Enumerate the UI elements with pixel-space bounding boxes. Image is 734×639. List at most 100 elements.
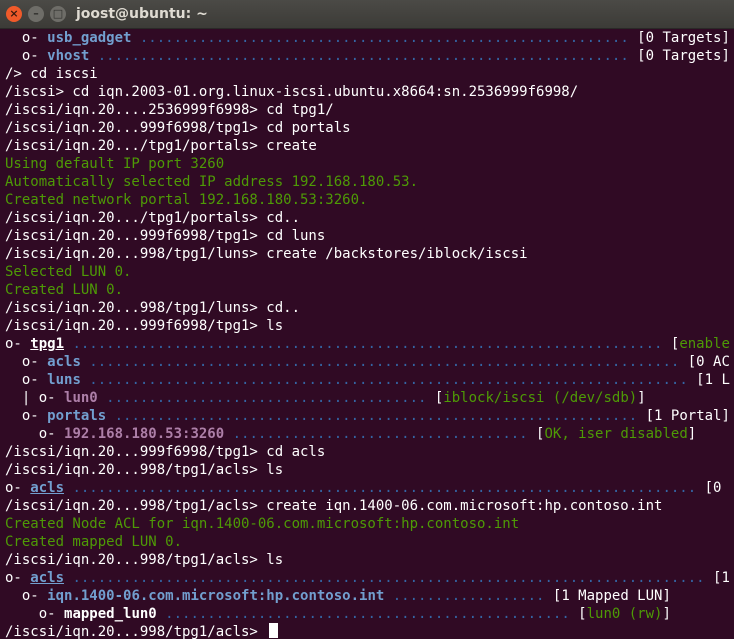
tree-mapped-lun0: o- mapped_lun0 .........................… <box>5 605 734 623</box>
line-segment: | o- <box>5 390 65 406</box>
line-segment: iqn.1400-06.com.microsoft:hp.contoso.int <box>47 588 385 604</box>
minimize-button[interactable]: – <box>28 6 44 22</box>
line-segment: [ <box>527 426 545 442</box>
line-segment: o- <box>5 30 48 46</box>
tree-acls-root: o- acls ................................… <box>5 569 734 587</box>
line-segment: ........................................… <box>131 30 629 46</box>
line-segment: /iscsi/iqn.20...998/tpg1/acls> create iq… <box>5 498 663 514</box>
line-segment: Created LUN 0. <box>5 282 124 298</box>
cmd-line: /iscsi/iqn.20.../tpg1/portals> cd.. <box>5 209 734 227</box>
line-segment: acls <box>47 354 81 370</box>
cmd-line: /> cd iscsi <box>5 65 734 83</box>
scrollbar[interactable] <box>730 29 734 639</box>
line-segment: o- <box>5 606 65 622</box>
line-segment: ] <box>687 426 697 442</box>
terminal-window: × – □ joost@ubuntu: ~ o- usb_gadget ....… <box>0 0 734 639</box>
text-cursor <box>269 623 279 638</box>
line-segment: o- <box>5 354 48 370</box>
terminal-output[interactable]: o- usb_gadget ..........................… <box>5 29 734 639</box>
line-segment: [1 Portal] <box>637 408 730 424</box>
line-segment: 192.168.180.53:3260 <box>64 426 225 442</box>
tree-portals: o- portals .............................… <box>5 407 734 425</box>
window-title: joost@ubuntu: ~ <box>76 6 208 22</box>
line-segment: [1 LUN] <box>696 372 734 388</box>
tree-acls: o- acls ................................… <box>5 353 734 371</box>
line-segment: ........................................… <box>89 48 629 64</box>
line-segment: portals <box>47 408 107 424</box>
line-segment: usb_gadget <box>47 30 132 46</box>
output-line: Created LUN 0. <box>5 281 734 299</box>
shell-prompt: /iscsi/iqn.20...998/tpg1/acls> <box>5 624 267 639</box>
line-segment: ...................................... <box>97 390 427 406</box>
line-segment: ........................................… <box>80 372 688 388</box>
line-segment: ........................................… <box>156 606 570 622</box>
tree-tpg1: o- tpg1 ................................… <box>5 335 734 353</box>
title-bar: × – □ joost@ubuntu: ~ <box>0 0 734 29</box>
line-segment: vhost <box>47 48 90 64</box>
tree-luns: o- luns ................................… <box>5 371 734 389</box>
line-segment: /iscsi> cd iqn.2003-01.org.linux-iscsi.u… <box>5 84 579 100</box>
line-segment: /iscsi/iqn.20...999f6998/tpg1> ls <box>5 318 284 334</box>
line-segment: iblock/iscsi (/dev/sdb) <box>443 390 638 406</box>
line-segment: /iscsi/iqn.20....2536999f6998> cd tpg1/ <box>5 102 334 118</box>
line-segment: ] <box>662 606 671 622</box>
line-segment: Using default IP port 3260 <box>5 156 225 172</box>
output-line: Selected LUN 0. <box>5 263 734 281</box>
line-segment: ........................................… <box>80 354 680 370</box>
output-line: Created network portal 192.168.180.53:32… <box>5 191 734 209</box>
line-segment: [0 ACLs] <box>704 480 734 496</box>
line-segment: acls <box>30 480 65 496</box>
line-segment: /iscsi/iqn.20...998/tpg1/acls> ls <box>5 552 284 568</box>
line-segment: [ <box>662 336 680 352</box>
line-segment: ........................................… <box>106 408 638 424</box>
line-segment: /iscsi/iqn.20...998/tpg1/luns> create /b… <box>5 246 528 262</box>
terminal-lines: o- usb_gadget ..........................… <box>5 29 734 623</box>
line-segment: tpg1 <box>30 336 65 352</box>
line-segment: [0 ACLs] <box>687 354 734 370</box>
cmd-line: /iscsi/iqn.20...998/tpg1/luns> create /b… <box>5 245 734 263</box>
cmd-line: /iscsi/iqn.20...999f6998/tpg1> cd acls <box>5 443 734 461</box>
line-segment: Created network portal 192.168.180.53:32… <box>5 192 368 208</box>
line-segment: /iscsi/iqn.20...998/tpg1/acls> ls <box>5 462 284 478</box>
line-segment: OK, iser disabled <box>544 426 688 442</box>
cmd-line: /iscsi/iqn.20...998/tpg1/luns> cd.. <box>5 299 734 317</box>
line-segment: Created Node ACL for iqn.1400-06.com.mic… <box>5 516 520 532</box>
cmd-line: /iscsi/iqn.20...998/tpg1/acls> create iq… <box>5 497 734 515</box>
tree-portal-ip: o- 192.168.180.53:3260 .................… <box>5 425 734 443</box>
tree-lun0: | o- lun0 ..............................… <box>5 389 734 407</box>
line-segment: ................................... <box>224 426 528 442</box>
line-segment: /iscsi/iqn.20...999f6998/tpg1> cd luns <box>5 228 326 244</box>
line-segment: o- <box>5 480 31 496</box>
prompt-line[interactable]: /iscsi/iqn.20...998/tpg1/acls> <box>5 623 734 639</box>
line-segment: [1 Mapped LUN] <box>544 588 671 604</box>
line-segment: lun0 <box>64 390 98 406</box>
line-segment: /iscsi/iqn.20.../tpg1/portals> create <box>5 138 317 154</box>
cmd-line: /iscsi> cd iqn.2003-01.org.linux-iscsi.u… <box>5 83 734 101</box>
cmd-line: /iscsi/iqn.20...999f6998/tpg1> ls <box>5 317 734 335</box>
line-segment: [ <box>426 390 444 406</box>
cmd-line: /iscsi/iqn.20....2536999f6998> cd tpg1/ <box>5 101 734 119</box>
line-segment: luns <box>47 372 81 388</box>
line-segment: Automatically selected IP address 192.16… <box>5 174 419 190</box>
line-segment: enabled <box>679 336 734 352</box>
tree-vhost: o- vhost ...............................… <box>5 47 734 65</box>
line-segment: mapped_lun0 <box>64 606 157 622</box>
line-segment: /iscsi/iqn.20...999f6998/tpg1> cd portal… <box>5 120 351 136</box>
line-segment: /> cd iscsi <box>5 66 98 82</box>
line-segment: ........................................… <box>64 570 705 586</box>
close-button[interactable]: × <box>6 6 22 22</box>
line-segment: [ <box>569 606 587 622</box>
line-segment: /iscsi/iqn.20...999f6998/tpg1> cd acls <box>5 444 326 460</box>
output-line: Automatically selected IP address 192.16… <box>5 173 734 191</box>
line-segment: [0 Targets] <box>628 30 730 46</box>
line-segment: o- <box>5 588 48 604</box>
line-segment: lun0 (rw) <box>586 606 663 622</box>
line-segment: o- <box>5 336 31 352</box>
line-segment: o- <box>5 408 48 424</box>
line-segment: o- <box>5 426 65 442</box>
maximize-button[interactable]: □ <box>50 6 66 22</box>
line-segment: /iscsi/iqn.20...998/tpg1/luns> cd.. <box>5 300 301 316</box>
output-line: Using default IP port 3260 <box>5 155 734 173</box>
line-segment: Selected LUN 0. <box>5 264 132 280</box>
line-segment: [0 Targets] <box>628 48 730 64</box>
